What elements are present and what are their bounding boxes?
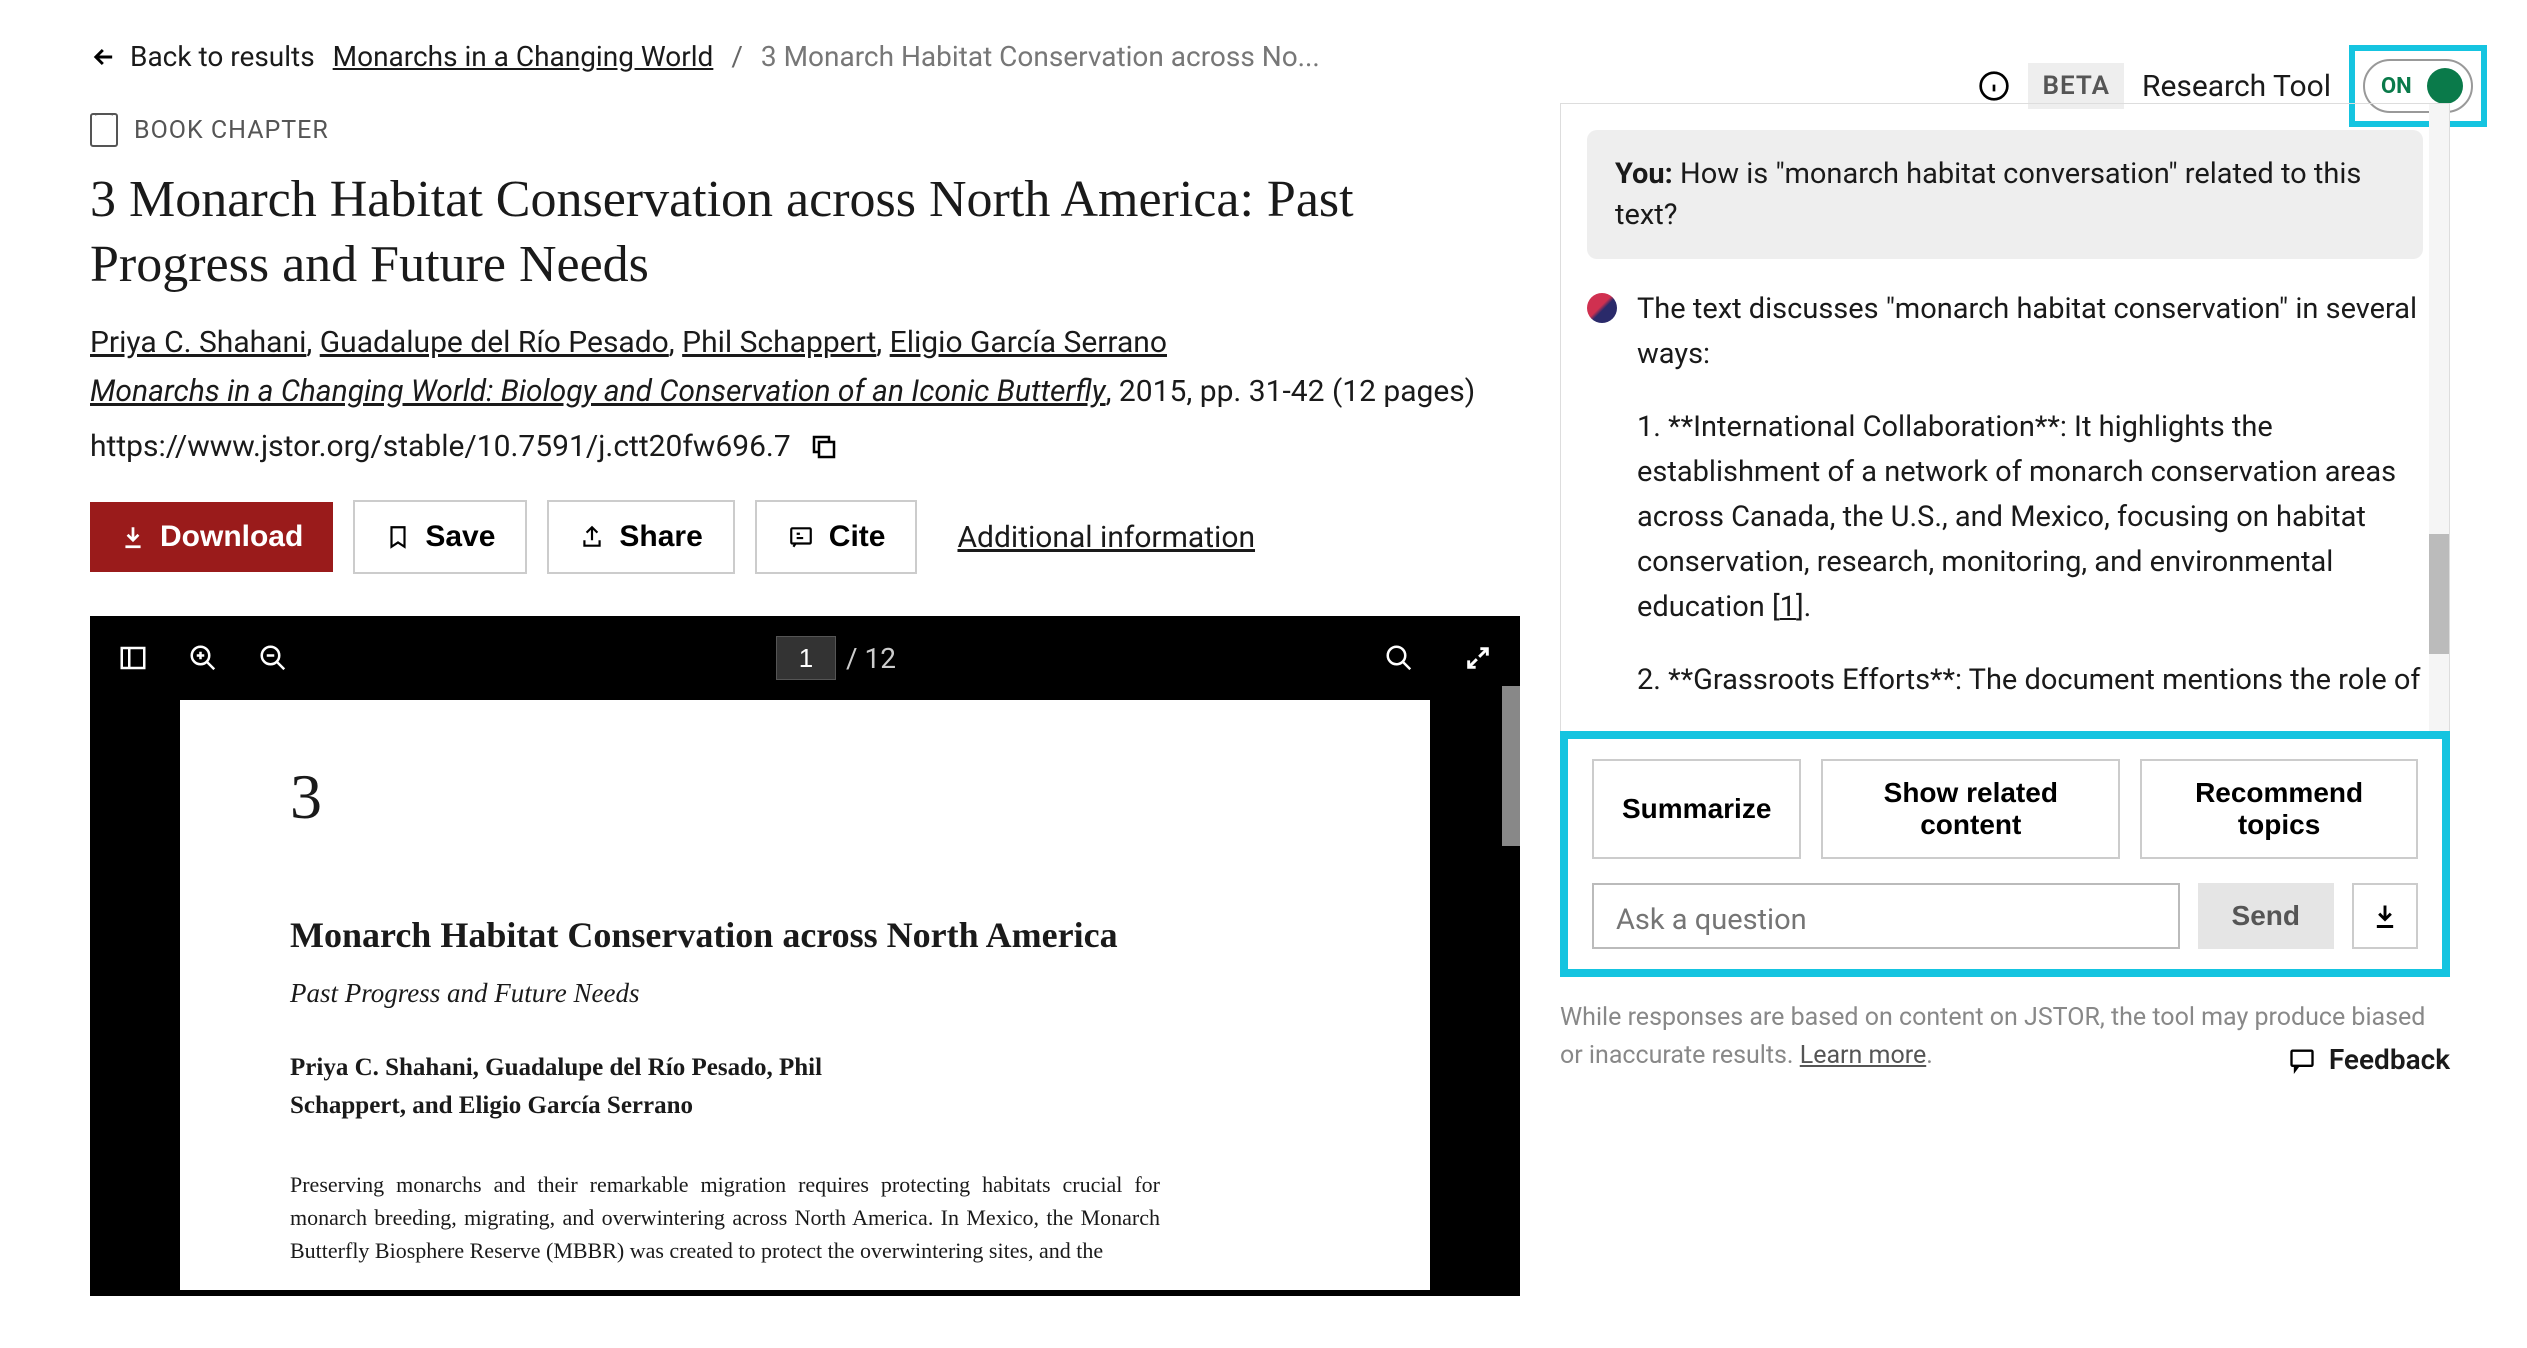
feedback-icon — [2287, 1046, 2317, 1074]
chat-panel: You: How is "monarch habitat conversatio… — [1560, 103, 2450, 733]
question-input[interactable] — [1592, 883, 2180, 949]
pdf-subtitle: Past Progress and Future Needs — [290, 978, 1320, 1009]
citation-link[interactable]: 1 — [1780, 590, 1796, 624]
pdf-title: Monarch Habitat Conservation across Nort… — [290, 914, 1320, 956]
authors-line: Priya C. Shahani, Guadalupe del Río Pesa… — [90, 325, 1520, 360]
pdf-page-control: / 12 — [776, 636, 896, 680]
sidebar-toggle-icon[interactable] — [118, 643, 148, 673]
copy-icon[interactable] — [809, 432, 839, 462]
summarize-chip[interactable]: Summarize — [1592, 759, 1801, 859]
cite-icon — [787, 524, 815, 550]
save-button[interactable]: Save — [353, 500, 527, 574]
related-content-chip[interactable]: Show related content — [1821, 759, 2120, 859]
pdf-scrollbar[interactable] — [1502, 686, 1520, 846]
ai-message: The text discusses "monarch habitat cons… — [1587, 287, 2423, 731]
source-title-link[interactable]: Monarchs in a Changing World: Biology an… — [90, 374, 1106, 409]
breadcrumb-book-link[interactable]: Monarchs in a Changing World — [333, 40, 714, 73]
source-line: Monarchs in a Changing World: Biology an… — [90, 374, 1520, 409]
fullscreen-icon[interactable] — [1464, 644, 1492, 672]
pdf-authors: Priya C. Shahani, Guadalupe del Río Pesa… — [290, 1049, 940, 1124]
author-link[interactable]: Guadalupe del Río Pesado — [320, 325, 669, 360]
document-type: BOOK CHAPTER — [90, 113, 1520, 147]
pdf-page: 3 Monarch Habitat Conservation across No… — [180, 700, 1430, 1290]
ai-avatar-icon — [1587, 293, 1617, 323]
feedback-button[interactable]: Feedback — [2287, 1043, 2450, 1076]
chat-scrollbar-thumb[interactable] — [2429, 534, 2449, 654]
pdf-toolbar: / 12 — [90, 616, 1520, 700]
action-bar: Download Save Share Cite Additional info… — [90, 500, 1520, 574]
breadcrumb-separator: / — [731, 40, 743, 73]
share-button[interactable]: Share — [547, 500, 734, 574]
additional-info-link[interactable]: Additional information — [957, 520, 1255, 555]
suggestion-chips: Summarize Show related content Recommend… — [1592, 759, 2418, 859]
page-title: 3 Monarch Habitat Conservation across No… — [90, 167, 1390, 297]
breadcrumb-current: 3 Monarch Habitat Conservation across No… — [761, 40, 1320, 73]
input-highlight-box: Summarize Show related content Recommend… — [1560, 731, 2450, 977]
cite-button[interactable]: Cite — [755, 500, 918, 574]
user-message: You: How is "monarch habitat conversatio… — [1587, 130, 2423, 259]
chapter-number: 3 — [290, 760, 1320, 834]
send-button[interactable]: Send — [2198, 883, 2334, 949]
download-chat-button[interactable] — [2352, 883, 2418, 949]
pdf-page-input[interactable] — [776, 636, 836, 680]
author-link[interactable]: Phil Schappert — [682, 325, 876, 360]
zoom-in-icon[interactable] — [188, 643, 218, 673]
bookmark-icon — [385, 522, 411, 552]
arrow-left-icon — [90, 43, 118, 71]
author-link[interactable]: Priya C. Shahani — [90, 325, 306, 360]
recommend-topics-chip[interactable]: Recommend topics — [2140, 759, 2418, 859]
download-icon — [2371, 902, 2399, 930]
zoom-out-icon[interactable] — [258, 643, 288, 673]
back-to-results-link[interactable]: Back to results — [90, 40, 315, 73]
download-icon — [120, 524, 146, 550]
search-icon[interactable] — [1384, 643, 1414, 673]
book-icon — [90, 113, 118, 147]
download-button[interactable]: Download — [90, 502, 333, 572]
share-icon — [579, 524, 605, 550]
stable-url: https://www.jstor.org/stable/10.7591/j.c… — [90, 429, 1520, 464]
pdf-body: Preserving monarchs and their remarkable… — [290, 1168, 1160, 1267]
pdf-viewer: / 12 3 Monarch Habitat Conservation ac — [90, 616, 1520, 1296]
author-link[interactable]: Eligio García Serrano — [890, 325, 1167, 360]
learn-more-link[interactable]: Learn more — [1800, 1041, 1926, 1070]
